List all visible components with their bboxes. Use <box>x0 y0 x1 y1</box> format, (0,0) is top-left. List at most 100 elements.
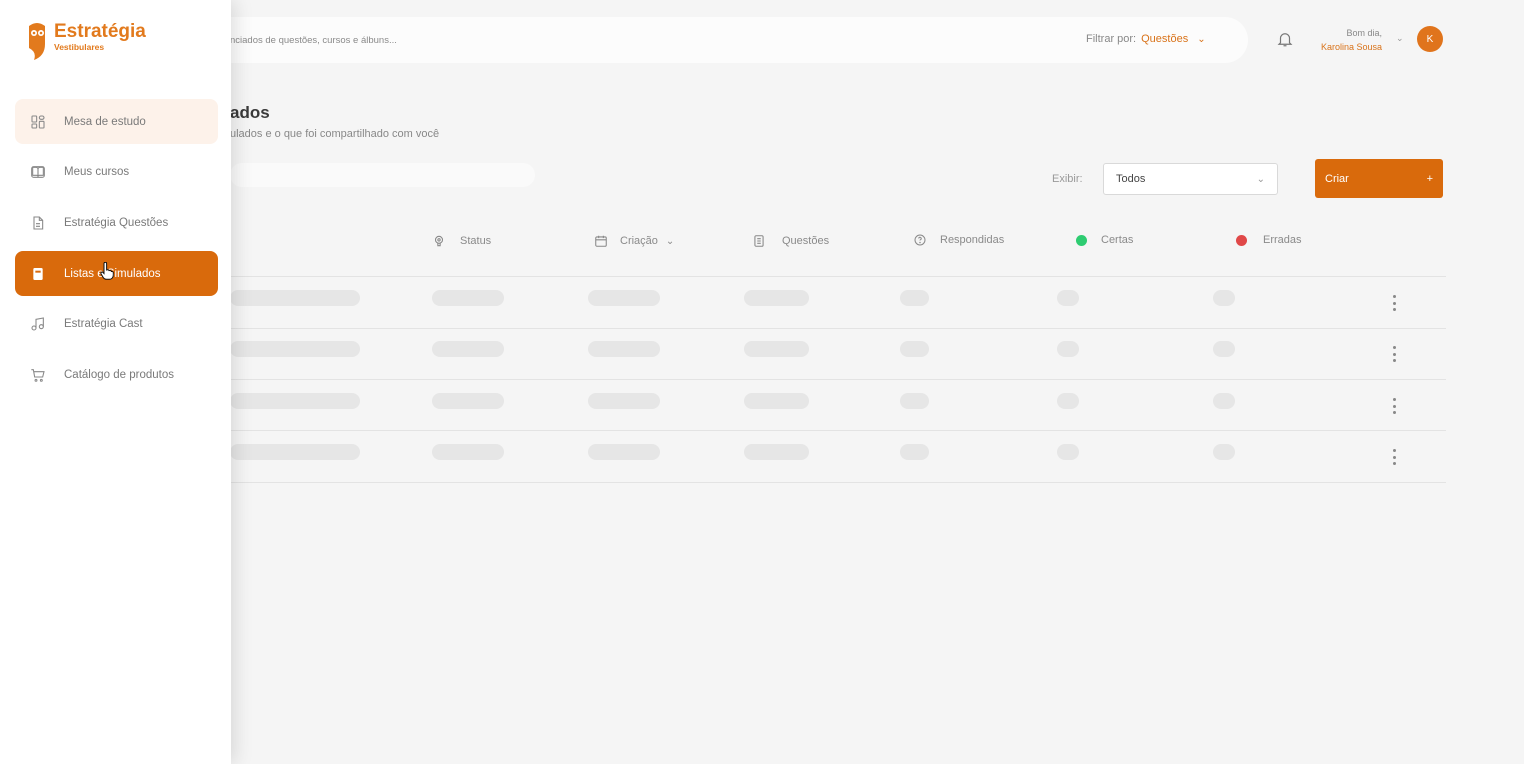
column-header-respondidas[interactable]: Respondidas <box>914 234 1004 246</box>
skeleton-cell <box>588 290 660 306</box>
skeleton-cell <box>744 341 809 357</box>
sidebar-item-listas-e-simulados[interactable]: Listas e Simulados <box>15 251 218 296</box>
sidebar-item-catalogo-de-produtos[interactable]: Catálogo de produtos <box>15 352 218 397</box>
skeleton-cell <box>230 290 360 306</box>
page-subtitle: ulados e o que foi compartilhado com voc… <box>230 128 440 140</box>
notebook-icon <box>33 267 43 280</box>
list-search-input[interactable] <box>230 163 535 187</box>
sidebar-item-label: Mesa de estudo <box>64 115 146 128</box>
filter-label: Filtrar por: <box>1086 33 1137 45</box>
row-divider <box>230 482 1446 483</box>
book-open-icon <box>31 165 45 178</box>
row-divider <box>230 430 1446 431</box>
sidebar-item-label: Estratégia Questões <box>64 216 169 229</box>
sidebar-item-label: Catálogo de produtos <box>64 368 174 381</box>
sidebar-item-label: Meus cursos <box>64 165 130 178</box>
filter-value: Questões <box>1141 33 1189 45</box>
row-divider <box>230 379 1446 380</box>
sidebar-item-meus-cursos[interactable]: Meus cursos <box>15 149 218 194</box>
calendar-icon <box>595 235 607 247</box>
skeleton-cell <box>432 444 504 460</box>
chevron-down-icon: ⌄ <box>665 235 675 247</box>
red-x-icon <box>1236 234 1247 246</box>
create-label: Criar <box>1325 172 1349 185</box>
skeleton-cell <box>588 393 660 409</box>
question-icon <box>914 234 926 246</box>
exibir-value: Todos <box>1116 173 1146 185</box>
skeleton-cell <box>1213 393 1235 409</box>
skeleton-cell <box>744 290 809 306</box>
column-header-label: Erradas <box>1263 234 1302 246</box>
skeleton-cell <box>432 393 504 409</box>
column-header-certas[interactable]: Certas <box>1076 234 1133 246</box>
music-icon <box>31 316 44 331</box>
greeting-text: Bom dia, <box>1346 28 1382 38</box>
lightbulb-icon <box>434 235 444 247</box>
user-name: Karolina Sousa <box>1320 42 1382 52</box>
file-icon <box>33 215 44 230</box>
more-options-icon[interactable] <box>1389 398 1399 414</box>
skeleton-cell <box>230 341 360 357</box>
page-title: ados <box>230 103 270 122</box>
user-menu-chevron-icon[interactable]: ⌄ <box>1396 33 1404 44</box>
skeleton-cell <box>432 290 504 306</box>
skeleton-cell <box>900 341 929 357</box>
sidebar-item-label: Estratégia Cast <box>64 317 143 330</box>
skeleton-cell <box>1213 444 1235 460</box>
grid-icon <box>31 114 45 129</box>
skeleton-cell <box>900 393 929 409</box>
skeleton-cell <box>1057 341 1079 357</box>
sidebar: Estratégia Vestibulares Mesa de estudo M… <box>0 0 231 764</box>
skeleton-cell <box>1057 290 1079 306</box>
skeleton-cell <box>432 341 504 357</box>
sidebar-item-mesa-de-estudo[interactable]: Mesa de estudo <box>15 99 218 144</box>
column-header-label: Status <box>460 235 492 247</box>
column-header-questoes[interactable]: Questões <box>752 234 829 248</box>
brand-name: Estratégia <box>54 21 146 42</box>
exibir-label: Exibir: <box>1052 173 1083 185</box>
skeleton-cell <box>230 393 360 409</box>
owl-logo-icon <box>29 23 45 60</box>
more-options-icon[interactable] <box>1389 449 1399 465</box>
column-header-label: Certas <box>1101 234 1134 246</box>
row-divider <box>230 328 1446 329</box>
skeleton-cell <box>230 444 360 460</box>
brand-logo[interactable]: Estratégia Vestibulares <box>26 22 146 62</box>
skeleton-cell <box>744 444 809 460</box>
create-button[interactable]: Criar + <box>1315 159 1443 198</box>
plus-icon: + <box>1426 172 1433 185</box>
column-header-label: Questões <box>782 235 830 247</box>
document-icon <box>754 235 764 247</box>
hand-cursor-icon <box>100 262 114 280</box>
exibir-select[interactable]: Todos ⌄ <box>1103 163 1278 195</box>
chevron-down-icon: ⌄ <box>1197 33 1206 45</box>
sidebar-item-estrategia-cast[interactable]: Estratégia Cast <box>15 301 218 346</box>
skeleton-cell <box>900 290 929 306</box>
green-check-icon <box>1076 234 1087 246</box>
user-greeting[interactable]: Bom dia, Karolina Sousa <box>1310 26 1382 54</box>
skeleton-cell <box>588 341 660 357</box>
more-options-icon[interactable] <box>1389 346 1399 362</box>
chevron-down-icon: ⌄ <box>1256 173 1265 185</box>
column-header-label: Respondidas <box>940 234 1005 246</box>
brand-subtitle: Vestibulares <box>54 42 105 52</box>
skeleton-cell <box>744 393 809 409</box>
row-divider <box>230 276 1446 277</box>
column-header-status[interactable]: Status <box>432 234 491 248</box>
skeleton-cell <box>900 444 929 460</box>
skeleton-cell <box>1057 393 1079 409</box>
skeleton-cell <box>1213 341 1235 357</box>
column-header-criacao[interactable]: Criação ⌄ <box>594 234 674 248</box>
filter-dropdown[interactable]: Filtrar por: Questões ⌄ <box>1086 33 1206 45</box>
skeleton-cell <box>588 444 660 460</box>
column-header-erradas[interactable]: Erradas <box>1236 234 1302 246</box>
more-options-icon[interactable] <box>1389 295 1399 311</box>
column-header-label: Criação <box>620 235 658 247</box>
skeleton-cell <box>1213 290 1235 306</box>
skeleton-cell <box>1057 444 1079 460</box>
cart-icon <box>31 368 45 382</box>
sidebar-item-estrategia-questoes[interactable]: Estratégia Questões <box>15 200 218 245</box>
bell-icon[interactable] <box>1276 30 1294 48</box>
avatar[interactable]: K <box>1417 26 1443 52</box>
search-placeholder: nciados de questões, cursos e álbuns... <box>230 35 397 46</box>
